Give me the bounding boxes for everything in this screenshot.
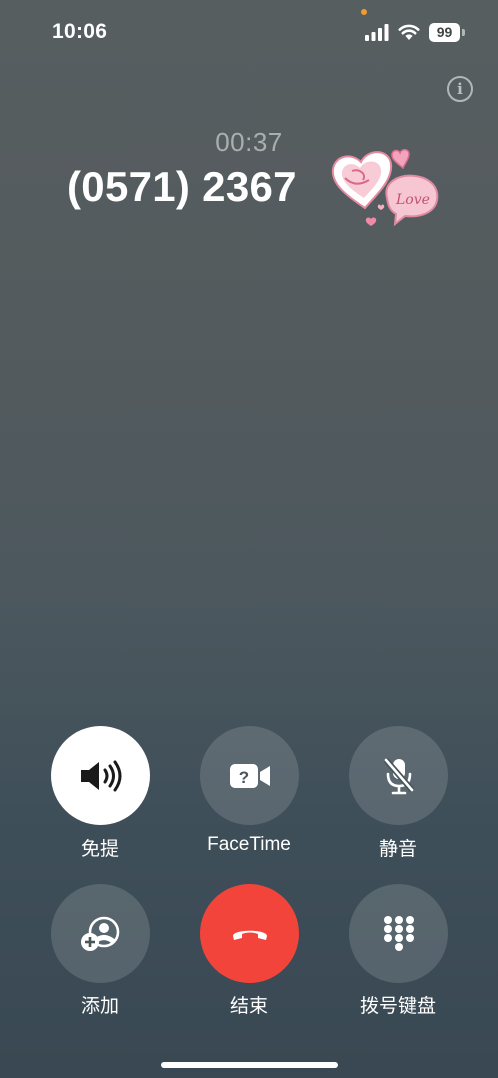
privacy-indicator-dot [361, 9, 367, 15]
speaker-icon [80, 760, 121, 791]
end-call-icon [232, 930, 267, 940]
facetime-button[interactable]: ? [200, 726, 299, 825]
keypad-icon [383, 915, 414, 951]
home-indicator[interactable] [161, 1062, 338, 1068]
battery-level: 99 [429, 23, 460, 42]
keypad-label: 拨号键盘 [359, 996, 436, 1017]
status-time: 10:06 [52, 20, 108, 43]
mute-mic-icon [383, 757, 414, 794]
end-call-button[interactable] [200, 884, 299, 983]
battery-cap [462, 29, 465, 36]
facetime-label: FaceTime [207, 834, 291, 855]
svg-text:?: ? [238, 768, 248, 787]
add-call-button[interactable] [51, 884, 150, 983]
signal-icon [365, 24, 389, 41]
speaker-button[interactable] [51, 726, 150, 825]
mute-label: 静音 [378, 839, 417, 860]
mute-button[interactable] [349, 726, 448, 825]
end-call-label: 结束 [229, 996, 268, 1017]
caller-number: (0571) 2367 [67, 163, 297, 210]
battery-icon: 99 [429, 23, 466, 42]
svg-text:Love: Love [395, 192, 430, 208]
speaker-label: 免提 [80, 839, 119, 860]
keypad-button[interactable] [349, 884, 448, 983]
status-bar: 10:06 99 [0, 0, 498, 60]
love-hearts-sticker: Love [331, 149, 439, 227]
facetime-video-icon: ? [229, 763, 270, 788]
add-call-label: 添加 [80, 996, 119, 1017]
add-call-icon [80, 916, 119, 951]
wifi-icon [398, 24, 420, 40]
info-icon[interactable]: i [447, 76, 473, 102]
